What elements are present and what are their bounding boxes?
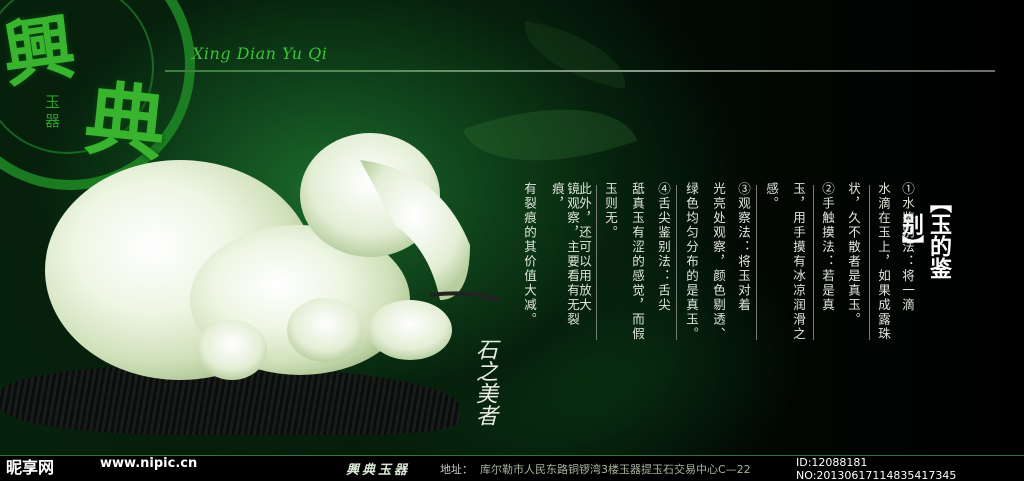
image-id: ID:12088181 NO:20130617114835417345	[796, 456, 957, 481]
text-column: 状，久不散者是真玉。	[846, 182, 861, 327]
banner: 興 典 玉器 Xing Dian Yu Qi 石之美者 【玉的鉴别】 ①水鉴别法…	[0, 0, 1024, 481]
text-column: 镜观察，主要看有无裂痕，	[550, 182, 580, 327]
text-column: 感。	[764, 182, 779, 211]
jade-carving-image	[45, 133, 501, 380]
text-column: 水滴在玉上，如果成露珠	[876, 182, 891, 342]
leaf-decoration	[516, 20, 634, 90]
text-column: 舐真玉有涩的感觉，而假	[630, 182, 645, 342]
text-column: 有裂痕的其价值大减。	[522, 182, 537, 327]
text-column: ①水鉴别法：将一滴	[900, 182, 915, 313]
watermark-url: www.nipic.cn	[100, 456, 198, 471]
text-column: ②手触摸法：若是真	[820, 182, 835, 313]
text-column: 光亮处观察，颜色剔透、	[711, 182, 726, 342]
address-label: 地址：	[440, 463, 473, 476]
watermark-logo: 昵享网	[6, 458, 55, 477]
footer-brand: 興典玉器	[346, 463, 411, 478]
text-column: 绿色均匀分布的是真玉。	[684, 182, 699, 342]
address-text: 库尔勒市人民东路铜锣湾3楼玉器提玉石交易中心C—22	[480, 463, 751, 476]
text-column: 玉，用手摸有冰凉润滑之	[791, 182, 806, 342]
text-column: ③观察法：将玉对着	[736, 182, 751, 313]
column-divider	[756, 185, 757, 340]
text-column: ④舌尖鉴别法：舌尖	[656, 182, 671, 313]
calligraphy-text: 石之美者	[472, 338, 497, 426]
column-divider	[869, 185, 870, 340]
column-divider	[676, 185, 677, 340]
section-title: 【玉的鉴别】	[898, 191, 952, 279]
column-divider	[596, 185, 597, 340]
column-divider	[813, 185, 814, 340]
text-column: 玉则无。	[603, 182, 618, 240]
